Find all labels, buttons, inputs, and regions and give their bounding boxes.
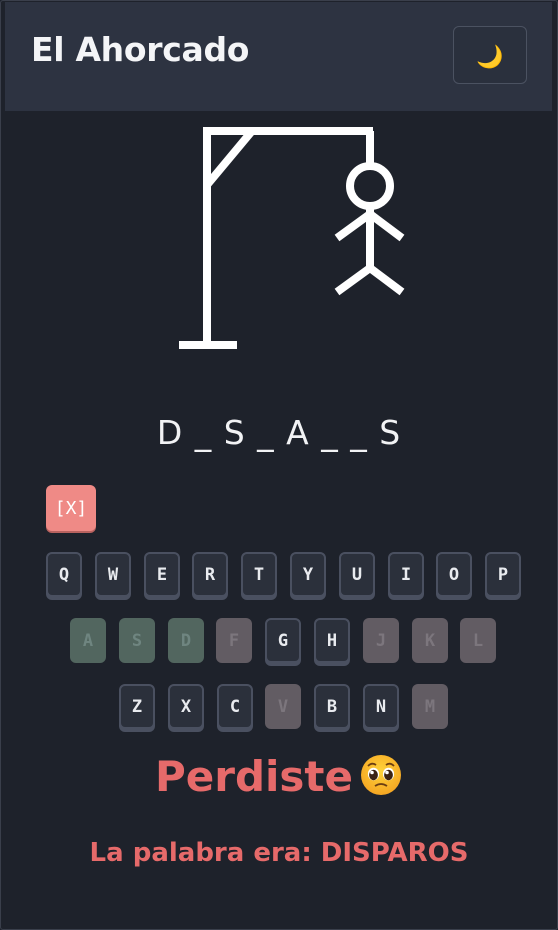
hangman-head xyxy=(346,162,394,210)
key-l: L xyxy=(460,618,496,663)
hangman-left-leg xyxy=(334,264,373,296)
answer-reveal: La palabra era: DISPAROS xyxy=(89,838,469,868)
key-k: K xyxy=(412,618,448,663)
pleading-face-icon xyxy=(361,755,401,795)
hangman-right-leg xyxy=(367,264,405,296)
key-j: J xyxy=(363,618,399,663)
key-y[interactable]: Y xyxy=(290,552,326,597)
key-i[interactable]: I xyxy=(388,552,424,597)
key-d: D xyxy=(168,618,204,663)
key-x[interactable]: X xyxy=(168,684,204,729)
key-o[interactable]: O xyxy=(436,552,472,597)
key-g[interactable]: G xyxy=(265,618,301,663)
key-m: M xyxy=(412,684,448,729)
hangman-drawing xyxy=(179,127,405,349)
result-message: Perdiste xyxy=(0,752,558,801)
gallows-brace xyxy=(203,128,256,188)
close-button[interactable]: [X] xyxy=(46,485,96,531)
result-text: Perdiste xyxy=(154,752,353,801)
key-t[interactable]: T xyxy=(241,552,277,597)
key-q[interactable]: Q xyxy=(46,552,82,597)
key-r[interactable]: R xyxy=(192,552,228,597)
key-h[interactable]: H xyxy=(314,618,350,663)
hangman-left-arm xyxy=(334,210,373,242)
key-f: F xyxy=(216,618,252,663)
key-a: A xyxy=(70,618,106,663)
key-c[interactable]: C xyxy=(217,684,253,729)
key-z[interactable]: Z xyxy=(119,684,155,729)
key-w[interactable]: W xyxy=(95,552,131,597)
key-e[interactable]: E xyxy=(144,552,180,597)
key-p[interactable]: P xyxy=(485,552,521,597)
key-b[interactable]: B xyxy=(314,684,350,729)
key-s: S xyxy=(119,618,155,663)
word-display: D _ S _ A _ _ S xyxy=(156,413,402,452)
key-u[interactable]: U xyxy=(339,552,375,597)
key-n[interactable]: N xyxy=(363,684,399,729)
key-v: V xyxy=(265,684,301,729)
hangman-right-arm xyxy=(367,210,405,242)
